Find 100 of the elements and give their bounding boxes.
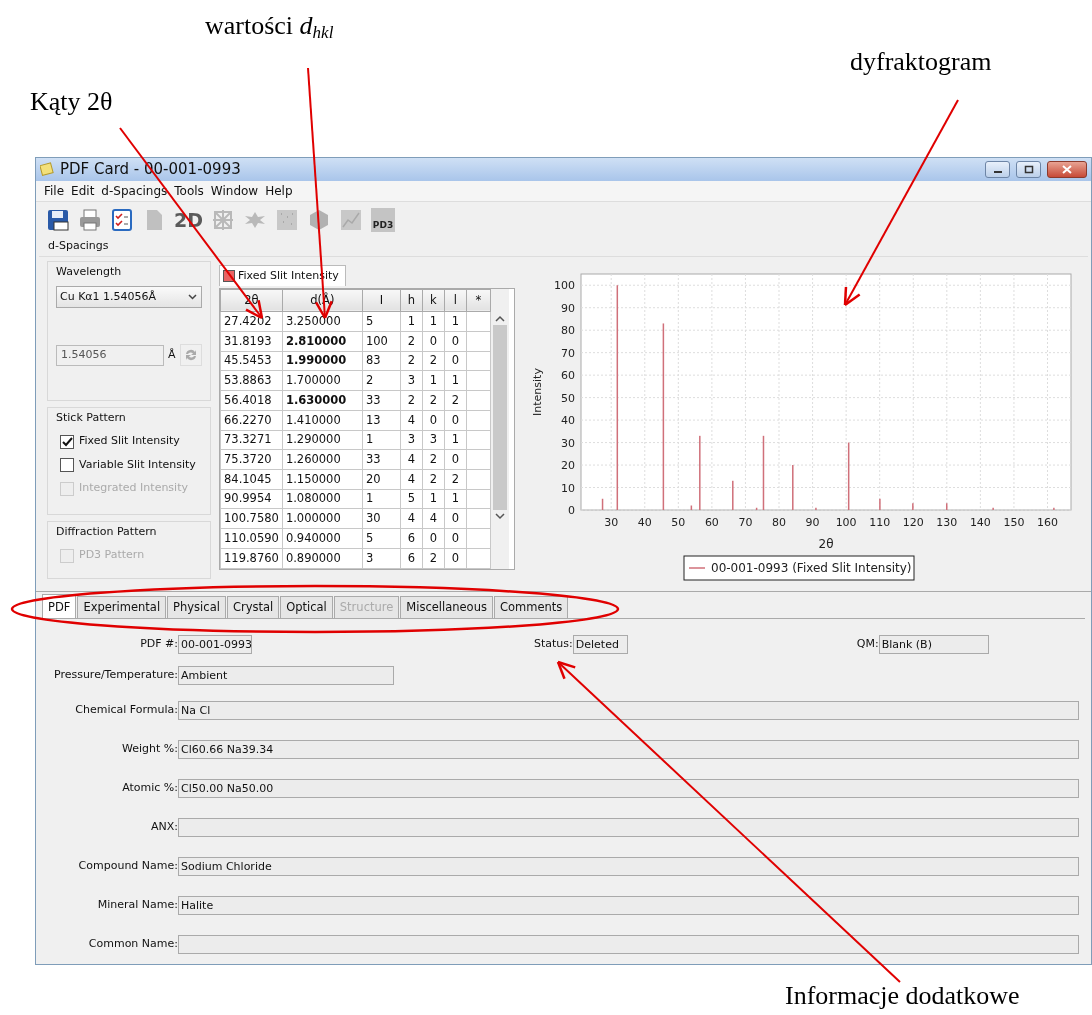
menu-item[interactable]: File (44, 181, 65, 200)
text-field[interactable]: Cl50.00 Na50.00 (178, 779, 1079, 798)
note-icon (40, 162, 54, 177)
table-cell: 1.990000 (282, 351, 363, 371)
table-cell: 0.940000 (282, 528, 363, 549)
checkbox[interactable] (60, 458, 74, 472)
table-cell: 1 (444, 430, 467, 450)
table-cell: 73.3271 (220, 430, 283, 450)
text-field[interactable] (178, 818, 1079, 837)
close-icon[interactable] (1062, 164, 1072, 174)
table-cell: 5 (400, 489, 423, 509)
chevron-down-icon[interactable] (494, 512, 505, 520)
axis-tick-label: 40 (561, 413, 575, 427)
field-label: Weight %: (121, 741, 178, 758)
table-cell: 0 (444, 449, 467, 470)
checkbox-label: Variable Slit Intensity (79, 456, 196, 473)
field-label: PDF #: (139, 635, 178, 652)
printer-icon[interactable] (78, 208, 102, 233)
table-cell: 66.2270 (220, 410, 283, 431)
peak-bar (690, 505, 693, 510)
field-label: Atomic %: (121, 780, 178, 797)
table-cell: 1.260000 (282, 449, 363, 470)
table-cell: 1.000000 (282, 508, 363, 529)
minimize-button[interactable] (985, 160, 1010, 178)
column-header[interactable]: I (362, 289, 401, 312)
column-header[interactable]: k (422, 289, 445, 312)
axis-tick-label: 50 (561, 391, 575, 405)
table-cell: 0 (422, 410, 445, 431)
maximize-button[interactable] (1016, 160, 1041, 178)
tab[interactable]: Miscellaneous (400, 595, 493, 618)
tab[interactable]: Crystal (226, 595, 280, 618)
table-cell: 119.8760 (220, 548, 283, 568)
axis-tick-label: 70 (738, 515, 753, 529)
axis-tick-label: 140 (969, 515, 991, 529)
text-field[interactable]: Cl60.66 Na39.34 (178, 740, 1079, 759)
axis-tick-label: 20 (561, 458, 575, 472)
column-header[interactable]: * (466, 289, 491, 312)
table-cell: 2 (422, 449, 445, 470)
table-cell: 90.9954 (220, 489, 283, 509)
table-cell: 1 (444, 489, 467, 509)
text-field[interactable]: Blank (B) (878, 634, 989, 654)
table-cell: 110.0590 (220, 528, 283, 549)
close-button[interactable] (1047, 160, 1087, 178)
field-label: Status: (534, 635, 573, 652)
chart-legend: 00-001-0993 (Fixed Slit Intensity) (683, 555, 915, 581)
tab[interactable]: Experimental (77, 595, 167, 618)
table-cell: 0 (444, 331, 467, 352)
field-label: ANX: (150, 819, 178, 836)
axis-tick-label: 100 (554, 279, 575, 292)
column-header[interactable]: l (444, 289, 467, 312)
table-cell: 1.700000 (282, 370, 363, 391)
tab[interactable]: Comments (493, 595, 569, 618)
menu-item[interactable]: Edit (71, 181, 95, 200)
axis-tick-label: 40 (637, 515, 652, 529)
checkbox[interactable] (60, 434, 74, 449)
annotation-label: dyfraktogram (850, 48, 992, 77)
tab[interactable]: Optical (280, 595, 333, 618)
table-cell: 2 (422, 548, 445, 568)
axis-title: Intensity (531, 367, 544, 416)
menu-item[interactable]: Help (265, 181, 293, 200)
table-cell: 45.5453 (220, 351, 283, 371)
table-cell: 3.250000 (282, 311, 363, 332)
column-header[interactable]: h (400, 289, 423, 312)
text-field[interactable] (178, 935, 1079, 954)
field-label: Common Name: (87, 936, 178, 953)
menu-item[interactable]: d-Spacings (101, 181, 168, 200)
axis-tick-label: 160 (1037, 515, 1058, 529)
table-cell: 1 (400, 311, 423, 332)
menu-item[interactable]: Tools (174, 181, 204, 200)
axis-tick-label: 30 (561, 436, 575, 450)
text-field[interactable]: Sodium Chloride (178, 857, 1079, 876)
table-cell: 1 (422, 370, 445, 391)
text-field[interactable]: Na Cl (178, 701, 1079, 720)
peak-bar (847, 442, 850, 510)
text-field[interactable]: 00-001-0993 (178, 634, 252, 654)
group-title: Wavelength (56, 263, 123, 280)
table-cell: 100 (362, 331, 401, 352)
table-cell: 2 (422, 390, 445, 411)
chevron-up-icon[interactable] (494, 314, 505, 322)
axis-tick-label: 90 (561, 301, 575, 315)
table-cell: 30 (362, 508, 401, 529)
text-field[interactable]: Deleted (572, 634, 628, 654)
peak-bar (755, 507, 758, 510)
field-label: Mineral Name: (96, 897, 178, 914)
table-cell: 1 (444, 370, 467, 391)
maximize-icon[interactable] (1023, 164, 1034, 174)
table-cell: 4 (400, 469, 423, 490)
text-field[interactable]: Ambient (178, 665, 394, 685)
annotation-label: wartości d$_{hkl}$ (205, 12, 334, 41)
checklist-icon[interactable] (110, 208, 134, 233)
menu-item[interactable]: Window (210, 181, 259, 200)
text-field[interactable]: Halite (178, 896, 1079, 915)
checkbox-label: Integrated Intensity (79, 480, 188, 497)
table-cell: 31.8193 (220, 331, 283, 352)
table-cell: 1 (362, 430, 401, 450)
table-cell: 1 (422, 311, 445, 332)
axis-tick-label: 120 (902, 515, 924, 529)
table-cell: 83 (362, 351, 401, 371)
tab[interactable]: Physical (167, 595, 226, 618)
axis-tick-label: 80 (772, 515, 786, 529)
